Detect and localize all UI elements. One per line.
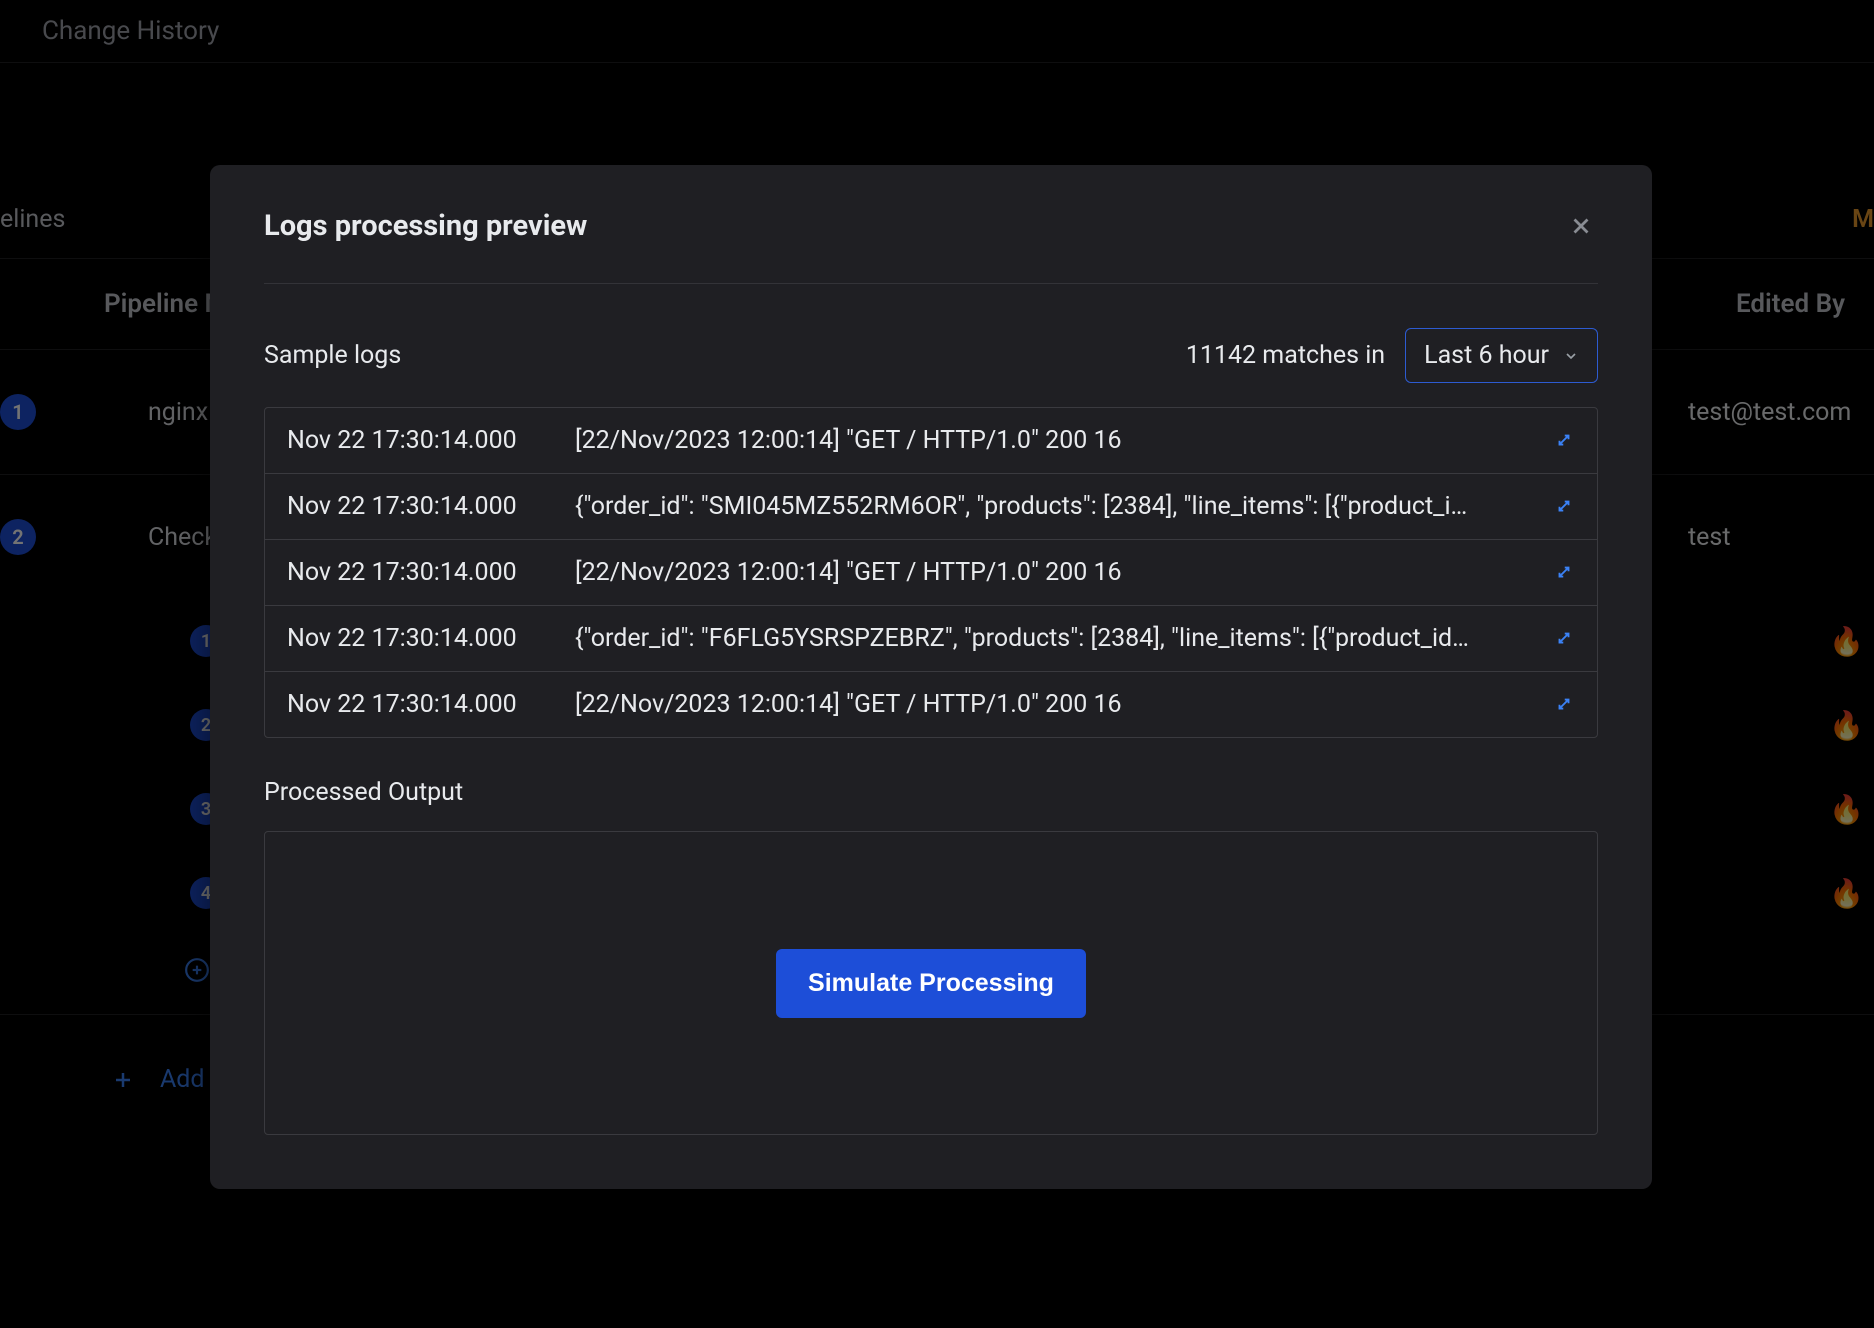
time-range-select[interactable]: Last 6 hour [1405, 328, 1598, 383]
log-message: {"order_id": "SMI045MZ552RM6OR", "produc… [575, 492, 1575, 521]
expand-icon[interactable] [1555, 629, 1575, 649]
expand-icon[interactable] [1555, 563, 1575, 583]
log-timestamp: Nov 22 17:30:14.000 [287, 558, 551, 587]
chevron-down-icon [1563, 348, 1579, 364]
log-message: {"order_id": "F6FLG5YSRSPZEBRZ", "produc… [575, 624, 1575, 653]
log-message: [22/Nov/2023 12:00:14] "GET / HTTP/1.0" … [575, 690, 1575, 719]
sample-logs-label: Sample logs [264, 341, 401, 370]
log-row[interactable]: Nov 22 17:30:14.000 [22/Nov/2023 12:00:1… [265, 408, 1597, 474]
match-suffix: matches in [1262, 341, 1385, 370]
log-message: [22/Nov/2023 12:00:14] "GET / HTTP/1.0" … [575, 558, 1575, 587]
time-range-value: Last 6 hour [1424, 341, 1549, 370]
expand-icon[interactable] [1555, 695, 1575, 715]
matches-info: 11142 matches in Last 6 hour [1186, 328, 1598, 383]
log-row[interactable]: Nov 22 17:30:14.000 [22/Nov/2023 12:00:1… [265, 672, 1597, 737]
expand-icon[interactable] [1555, 431, 1575, 451]
log-timestamp: Nov 22 17:30:14.000 [287, 492, 551, 521]
modal-title: Logs processing preview [264, 209, 587, 243]
processed-output-box: Simulate Processing [264, 831, 1598, 1135]
processed-output-label: Processed Output [264, 778, 1598, 807]
log-message: [22/Nov/2023 12:00:14] "GET / HTTP/1.0" … [575, 426, 1575, 455]
log-timestamp: Nov 22 17:30:14.000 [287, 426, 551, 455]
expand-icon[interactable] [1555, 497, 1575, 517]
sample-logs-table: Nov 22 17:30:14.000 [22/Nov/2023 12:00:1… [264, 407, 1598, 738]
log-row[interactable]: Nov 22 17:30:14.000 {"order_id": "F6FLG5… [265, 606, 1597, 672]
close-button[interactable] [1564, 209, 1598, 243]
log-row[interactable]: Nov 22 17:30:14.000 [22/Nov/2023 12:00:1… [265, 540, 1597, 606]
log-timestamp: Nov 22 17:30:14.000 [287, 624, 551, 653]
modal-header: Logs processing preview [264, 209, 1598, 284]
log-row[interactable]: Nov 22 17:30:14.000 {"order_id": "SMI045… [265, 474, 1597, 540]
match-count: 11142 [1186, 341, 1256, 370]
log-timestamp: Nov 22 17:30:14.000 [287, 690, 551, 719]
simulate-processing-button[interactable]: Simulate Processing [776, 949, 1086, 1018]
logs-preview-modal: Logs processing preview Sample logs 1114… [210, 165, 1652, 1189]
sample-logs-header: Sample logs 11142 matches in Last 6 hour [264, 328, 1598, 383]
